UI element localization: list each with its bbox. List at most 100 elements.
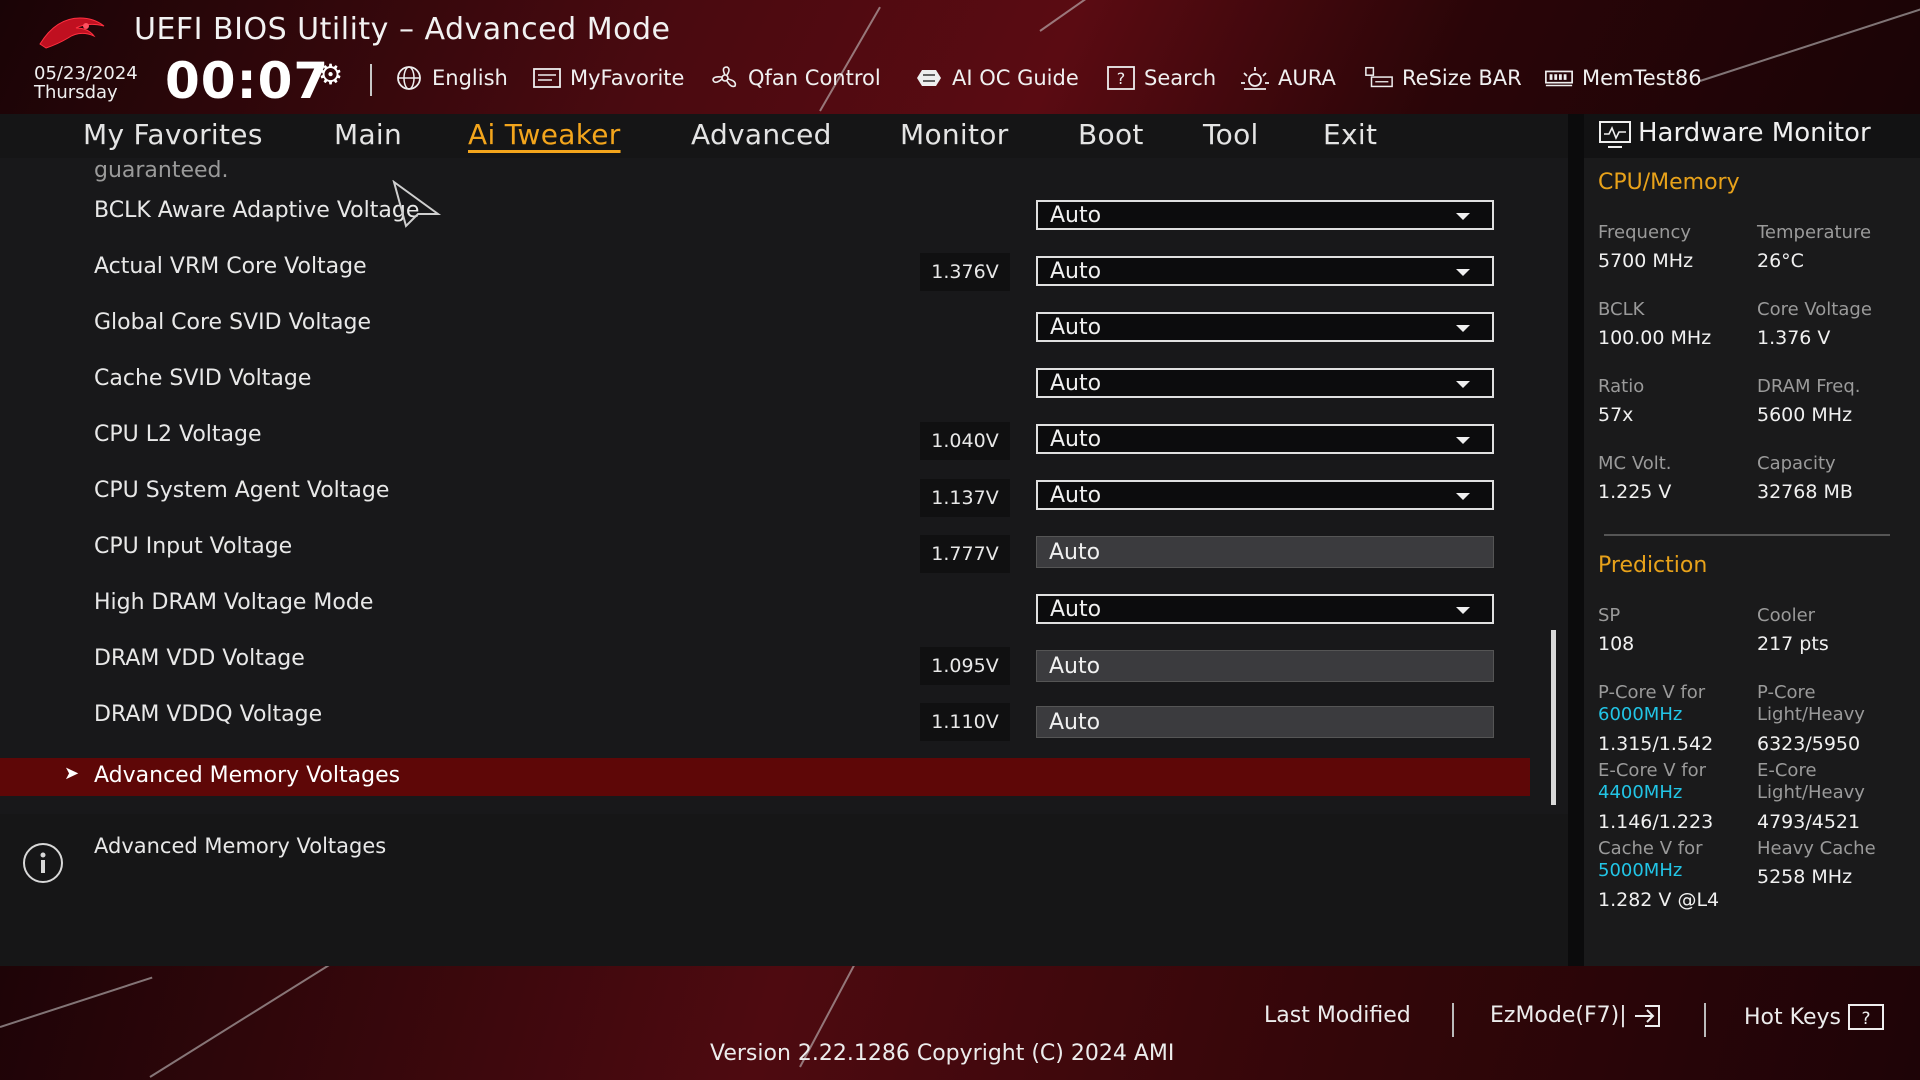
- tab-exit[interactable]: Exit: [1323, 118, 1377, 151]
- search-label: Search: [1144, 66, 1217, 90]
- sp-label: SP: [1598, 605, 1621, 626]
- pcore-label-line2: Light/Heavy: [1757, 704, 1865, 725]
- pcore-v-label: P-Core V for 6000MHz: [1598, 682, 1705, 726]
- setting-label[interactable]: Actual VRM Core Voltage: [94, 254, 367, 279]
- language-button[interactable]: English: [394, 64, 508, 92]
- aura-button[interactable]: AURA: [1240, 64, 1336, 92]
- input-value: Auto: [1049, 653, 1101, 679]
- setting-label[interactable]: DRAM VDD Voltage: [94, 646, 305, 671]
- last-modified-button[interactable]: Last Modified: [1264, 1003, 1411, 1028]
- gear-icon[interactable]: ⚙: [318, 58, 343, 91]
- setting-dropdown[interactable]: Auto: [1036, 424, 1494, 454]
- hot-keys-label: Hot Keys: [1744, 1004, 1841, 1030]
- exit-arrow-icon: [1634, 1004, 1660, 1027]
- setting-label[interactable]: CPU System Agent Voltage: [94, 478, 389, 503]
- capacity-value: 32768 MB: [1757, 481, 1853, 503]
- dropdown-value: Auto: [1050, 596, 1102, 622]
- input-value: Auto: [1049, 709, 1101, 735]
- setting-dropdown[interactable]: Auto: [1036, 368, 1494, 398]
- favorite-icon: [532, 65, 562, 91]
- tab-main[interactable]: Main: [334, 118, 402, 151]
- hot-keys-button[interactable]: Hot Keys ?: [1744, 1003, 1885, 1031]
- chevron-down-icon: [1456, 325, 1470, 332]
- ecore-v-label: E-Core V for 4400MHz: [1598, 760, 1706, 804]
- setting-dropdown[interactable]: Auto: [1036, 256, 1494, 286]
- clock-time: 00:07: [165, 52, 330, 110]
- tab-ai-tweaker[interactable]: Ai Tweaker: [468, 118, 621, 151]
- setting-label[interactable]: DRAM VDDQ Voltage: [94, 702, 322, 727]
- memtest-icon: [1544, 65, 1574, 91]
- setting-current-value: 1.137V: [920, 479, 1010, 517]
- mouse-cursor-icon: [392, 180, 442, 228]
- setting-label[interactable]: Global Core SVID Voltage: [94, 310, 371, 335]
- sp-value: 108: [1598, 633, 1635, 655]
- setting-input[interactable]: Auto: [1036, 706, 1494, 738]
- cache-v-label-text: Cache V for: [1598, 838, 1703, 859]
- dram-freq-value: 5600 MHz: [1757, 404, 1853, 426]
- version-text: Version 2.22.1286 Copyright (C) 2024 AMI: [710, 1041, 1175, 1066]
- dram-freq-label: DRAM Freq.: [1757, 376, 1861, 397]
- tab-my-favorites[interactable]: My Favorites: [83, 118, 263, 151]
- pcore-label-line1: P-Core: [1757, 682, 1816, 703]
- tab-advanced[interactable]: Advanced: [691, 118, 832, 151]
- ratio-value: 57x: [1598, 404, 1634, 426]
- cpu-memory-heading: CPU/Memory: [1598, 170, 1740, 195]
- ai-oc-guide-label: AI OC Guide: [952, 66, 1079, 90]
- hardware-monitor-title: Hardware Monitor: [1638, 118, 1871, 148]
- resize-bar-button[interactable]: ReSize BAR: [1364, 64, 1522, 92]
- chevron-down-icon: [1456, 607, 1470, 614]
- heavy-cache-value: 5258 MHz: [1757, 866, 1853, 888]
- last-modified-label: Last Modified: [1264, 1003, 1411, 1028]
- dropdown-value: Auto: [1050, 482, 1102, 508]
- cooler-label: Cooler: [1757, 605, 1816, 626]
- setting-label[interactable]: Cache SVID Voltage: [94, 366, 311, 391]
- tab-monitor[interactable]: Monitor: [900, 118, 1009, 151]
- resize-bar-icon: [1364, 65, 1394, 91]
- setting-label[interactable]: High DRAM Voltage Mode: [94, 590, 373, 615]
- cache-v-freq: 5000MHz: [1598, 860, 1683, 881]
- pcore-light-heavy-label: P-Core Light/Heavy: [1757, 682, 1865, 726]
- search-button[interactable]: ? Search: [1106, 64, 1216, 92]
- bclk-value: 100.00 MHz: [1598, 327, 1712, 349]
- setting-input[interactable]: Auto: [1036, 536, 1494, 568]
- ecore-label-line1: E-Core: [1757, 760, 1817, 781]
- pcore-v-label-text: P-Core V for: [1598, 682, 1706, 703]
- chevron-down-icon: [1456, 437, 1470, 444]
- search-help-icon: ?: [1106, 65, 1136, 91]
- pcore-v-value: 1.315/1.542: [1598, 733, 1714, 755]
- setting-dropdown[interactable]: Auto: [1036, 200, 1494, 230]
- ecore-label-line2: Light/Heavy: [1757, 782, 1865, 803]
- date-display: 05/23/2024 Thursday: [34, 64, 138, 102]
- qfan-control-button[interactable]: Qfan Control: [710, 64, 881, 92]
- memtest-button[interactable]: MemTest86: [1544, 64, 1702, 92]
- submenu-label[interactable]: Advanced Memory Voltages: [94, 763, 400, 788]
- setting-dropdown[interactable]: Auto: [1036, 312, 1494, 342]
- language-label: English: [432, 66, 508, 90]
- chevron-down-icon: [1456, 269, 1470, 276]
- tab-boot[interactable]: Boot: [1078, 118, 1144, 151]
- svg-text:?: ?: [1117, 69, 1126, 88]
- globe-icon: [394, 65, 424, 91]
- setting-dropdown[interactable]: Auto: [1036, 594, 1494, 624]
- ratio-label: Ratio: [1598, 376, 1645, 397]
- temperature-label: Temperature: [1757, 222, 1872, 243]
- header-separator: [370, 64, 372, 96]
- setting-input[interactable]: Auto: [1036, 650, 1494, 682]
- capacity-label: Capacity: [1757, 453, 1836, 474]
- ecore-v-freq: 4400MHz: [1598, 782, 1683, 803]
- heavy-cache-label: Heavy Cache: [1757, 838, 1876, 859]
- ezmode-button[interactable]: EzMode(F7)|: [1490, 1003, 1663, 1028]
- dropdown-value: Auto: [1050, 370, 1102, 396]
- setting-label[interactable]: CPU L2 Voltage: [94, 422, 262, 447]
- setting-dropdown[interactable]: Auto: [1036, 480, 1494, 510]
- setting-label[interactable]: BCLK Aware Adaptive Voltage: [94, 198, 419, 223]
- ai-oc-guide-button[interactable]: AI OC Guide: [914, 64, 1079, 92]
- ai-oc-guide-icon: [914, 65, 944, 91]
- chevron-down-icon: [1456, 493, 1470, 500]
- tab-tool[interactable]: Tool: [1203, 118, 1259, 151]
- scrollbar-thumb[interactable]: [1551, 630, 1556, 805]
- input-value: Auto: [1049, 539, 1101, 565]
- myfavorite-button[interactable]: MyFavorite: [532, 64, 684, 92]
- setting-current-value: 1.040V: [920, 422, 1010, 460]
- setting-label[interactable]: CPU Input Voltage: [94, 534, 292, 559]
